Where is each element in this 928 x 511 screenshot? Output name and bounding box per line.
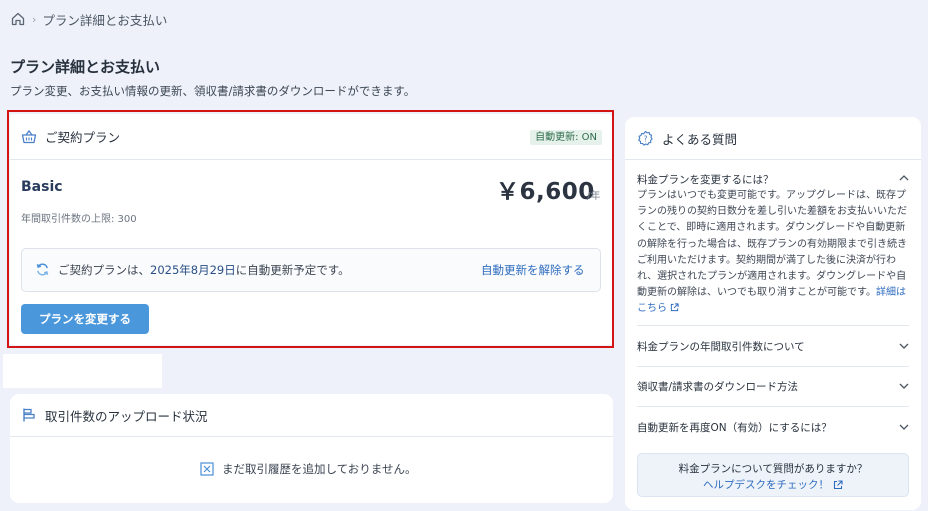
svg-text:?: ? — [643, 134, 647, 143]
empty-state-message: まだ取引履歴を追加しておりません。 — [222, 462, 417, 476]
blank-panel — [3, 354, 162, 388]
chevron-up-icon[interactable] — [898, 173, 910, 183]
page-title: プラン詳細とお支払い — [10, 58, 161, 76]
faq-answer-text: プランはいつでも変更可能です。アップグレードは、既存プランの残りの契約日数分を差… — [637, 190, 907, 299]
upload-status-card: 取引件数のアップロード状況 — [10, 394, 613, 503]
faq-title: よくある質問 — [662, 132, 738, 147]
page-description: プラン変更、お支払い情報の更新、領収書/請求書のダウンロードができます。 — [10, 84, 416, 98]
home-icon[interactable] — [10, 11, 26, 27]
flag-chart-icon — [21, 407, 37, 423]
empty-state: まだ取引履歴を追加しておりません。 — [200, 461, 416, 477]
faq-question-2[interactable]: 料金プランの年間取引件数について — [637, 339, 805, 354]
chevron-down-icon[interactable] — [898, 341, 910, 351]
upload-card-title: 取引件数のアップロード状況 — [45, 408, 208, 424]
chevron-down-icon[interactable] — [898, 381, 910, 391]
helpdesk-link[interactable]: ヘルプデスクをチェック！ — [637, 477, 909, 492]
breadcrumb-current: プラン詳細とお支払い — [42, 12, 168, 28]
faq-question-3[interactable]: 領収書/請求書のダウンロード方法 — [637, 379, 798, 394]
upload-card-header: 取引件数のアップロード状況 — [10, 394, 613, 437]
chevron-right-icon: › — [32, 12, 37, 26]
helpdesk-question: 料金プランについて質問がありますか？ — [678, 463, 868, 475]
faq-answer-1: プランはいつでも変更可能です。アップグレードは、既存プランの残りの契約日数分を差… — [637, 188, 913, 318]
empty-box-icon — [200, 462, 214, 476]
faq-question-1[interactable]: 料金プランを変更するには？ — [637, 172, 774, 187]
faq-header-divider — [625, 159, 921, 160]
faq-divider — [637, 325, 909, 326]
chevron-down-icon[interactable] — [898, 422, 910, 432]
faq-divider — [637, 366, 909, 367]
external-link-icon — [833, 479, 843, 489]
help-gear-icon: ? — [637, 130, 654, 147]
highlight-frame — [7, 110, 614, 348]
breadcrumb: › プラン詳細とお支払い — [10, 10, 167, 28]
faq-divider — [637, 406, 909, 407]
faq-header: ? よくある質問 — [637, 129, 737, 148]
external-link-icon — [671, 303, 679, 312]
faq-question-4[interactable]: 自動更新を再度ON（有効）にするには？ — [637, 420, 832, 435]
helpdesk-link-label[interactable]: ヘルプデスクをチェック！ — [703, 477, 829, 492]
